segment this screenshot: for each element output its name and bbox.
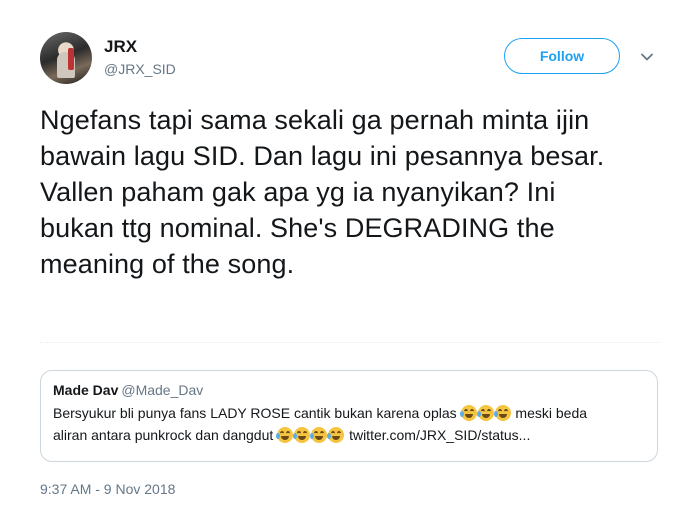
- face-with-tears-of-joy-icon: [310, 427, 328, 443]
- face-with-tears-of-joy-icon: [276, 427, 294, 443]
- tweet-text-line: Vallen paham gak apa yg ia nyanyikan? In…: [40, 177, 556, 207]
- tweet-text-line: bawain lagu SID. Dan lagu ini pesannya b…: [40, 141, 605, 171]
- chevron-down-icon[interactable]: [638, 48, 656, 66]
- face-with-tears-of-joy-icon: [459, 405, 477, 421]
- author-handle[interactable]: @JRX_SID: [104, 61, 176, 77]
- quoted-tweet-card[interactable]: Made Dav @Made_Dav Bersyukur bli punya fa…: [40, 370, 658, 462]
- quoted-author-name: Made Dav: [53, 382, 119, 398]
- face-with-tears-of-joy-icon: [327, 427, 345, 443]
- tweet-timestamp[interactable]: 9:37 AM - 9 Nov 2018: [40, 481, 175, 497]
- tweet-text-line: bukan ttg nominal. She's DEGRADING the: [40, 213, 555, 243]
- avatar-detail: [68, 48, 74, 70]
- quoted-author-handle: @Made_Dav: [121, 382, 204, 398]
- face-with-tears-of-joy-icon: [493, 405, 511, 421]
- tweet-text-line: meaning of the song.: [40, 249, 295, 279]
- follow-button[interactable]: Follow: [504, 38, 620, 74]
- quoted-tweet-link[interactable]: twitter.com/JRX_SID/status...: [349, 427, 530, 443]
- author-display-name[interactable]: JRX: [104, 37, 137, 57]
- face-with-tears-of-joy-icon: [476, 405, 494, 421]
- quoted-tweet-text: Bersyukur bli punya fans LADY ROSE canti…: [53, 402, 645, 446]
- quoted-tweet-header: Made Dav @Made_Dav: [53, 381, 645, 399]
- divider: [40, 342, 660, 344]
- tweet-text: Ngefans tapi sama sekali ga pernah minta…: [40, 102, 670, 282]
- quoted-text-part: Bersyukur bli punya fans LADY ROSE canti…: [53, 405, 457, 421]
- quoted-text-part: aliran antara punkrock dan dangdut: [53, 427, 274, 443]
- quoted-text-part: meski beda: [515, 405, 588, 421]
- avatar[interactable]: [40, 32, 92, 84]
- tweet-text-line: Ngefans tapi sama sekali ga pernah minta…: [40, 105, 590, 135]
- face-with-tears-of-joy-icon: [293, 427, 311, 443]
